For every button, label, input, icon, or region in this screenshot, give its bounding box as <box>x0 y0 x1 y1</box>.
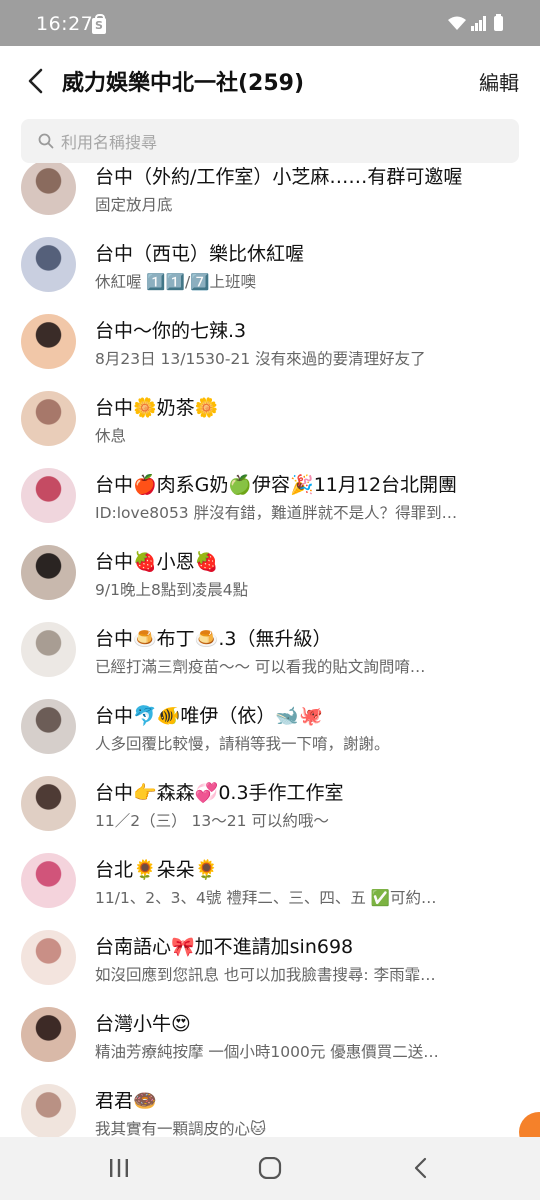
contact-name: 台中🐬🐠唯伊（依）🐋🐙 <box>95 705 323 727</box>
contact-avatar <box>21 163 76 215</box>
contact-preview: 人多回覆比較慢，請稍等我一下唷，謝謝。 <box>95 735 390 753</box>
contact-preview: 休息 <box>95 427 127 445</box>
contact-row[interactable]: 台中🍓小恩🍓 9/1晚上8點到凌晨4點 <box>0 536 540 613</box>
contact-row[interactable]: 君君🍩 我其實有一顆調皮的心🐱 <box>0 1075 540 1137</box>
wifi-icon <box>448 16 466 30</box>
contact-preview: 已經打滿三劑疫苗～～ 可以看我的貼文詢問唷… <box>95 658 426 676</box>
contact-row[interactable]: 台中🍮布丁🍮.3（無升級） 已經打滿三劑疫苗～～ 可以看我的貼文詢問唷… <box>0 613 540 690</box>
contact-name: 台北🌻朵朵🌻 <box>95 859 219 881</box>
battery-icon <box>494 14 503 31</box>
contact-avatar <box>21 776 76 831</box>
contact-name: 台中～你的七辣.3 <box>95 320 247 342</box>
back-icon[interactable] <box>411 1157 431 1179</box>
signal-icon <box>471 16 486 31</box>
contact-avatar <box>21 1007 76 1062</box>
contact-preview: 9/1晚上8點到凌晨4點 <box>95 581 249 599</box>
contact-preview: 固定放月底 <box>95 196 173 214</box>
contact-name: 台中（外約/工作室）小芝麻……有群可邀喔 <box>95 166 463 188</box>
contact-name: 台中🌼奶茶🌼 <box>95 397 219 419</box>
contact-row[interactable]: 台中～你的七辣.3 8月23日 13/1530-21 沒有來過的要清理好友了 <box>0 305 540 382</box>
contact-preview: 如沒回應到您訊息 也可以加我臉書搜尋: 李雨霏… <box>95 966 436 984</box>
contact-row[interactable]: 台北🌻朵朵🌻 11/1、2、3、4號 禮拜二、三、四、五 ✅可約… <box>0 844 540 921</box>
contact-name: 台灣小牛😍 <box>95 1013 191 1035</box>
contact-name: 台中🍮布丁🍮.3（無升級） <box>95 628 332 650</box>
contact-row[interactable]: 台中🐬🐠唯伊（依）🐋🐙 人多回覆比較慢，請稍等我一下唷，謝謝。 <box>0 690 540 767</box>
search-input[interactable] <box>59 119 503 165</box>
contact-row[interactable]: 台南語心🎀加不進請加sin698 如沒回應到您訊息 也可以加我臉書搜尋: 李雨霏… <box>0 921 540 998</box>
contact-row[interactable]: 台灣小牛😍 精油芳療純按摩 一個小時1000元 優惠價買二送… <box>0 998 540 1075</box>
contact-avatar <box>21 468 76 523</box>
home-icon[interactable] <box>258 1157 282 1179</box>
contact-avatar <box>21 853 76 908</box>
page-title: 威力娛樂中北一社(259) <box>62 71 305 96</box>
contact-row[interactable]: 台中🍎肉系G奶🍏伊容🎉11月12台北開團 ID:love8053 胖沒有錯，難道… <box>0 459 540 536</box>
contact-preview: 我其實有一顆調皮的心🐱 <box>95 1120 267 1137</box>
recent-apps-icon[interactable] <box>108 1157 130 1179</box>
contact-name: 君君🍩 <box>95 1090 157 1112</box>
contact-row[interactable]: 台中（西屯）樂比休紅喔 休紅喔 1️⃣1️⃣/7️⃣上班噢 <box>0 228 540 305</box>
contact-list: 台中（外約/工作室）小芝麻……有群可邀喔 固定放月底 台中（西屯）樂比休紅喔 休… <box>0 163 540 1137</box>
header: 威力娛樂中北一社(259) 編輯 <box>0 46 540 116</box>
edit-button[interactable]: 編輯 <box>479 67 519 96</box>
contact-preview: ID:love8053 胖沒有錯，難道胖就不是人？得罪到… <box>95 504 458 522</box>
contact-name: 台中🍎肉系G奶🍏伊容🎉11月12台北開團 <box>95 474 458 496</box>
contact-avatar <box>21 545 76 600</box>
contact-avatar <box>21 237 76 292</box>
contact-name: 台中🍓小恩🍓 <box>95 551 219 573</box>
contact-preview: 11／2（三） 13～21 可以約哦～ <box>95 812 329 830</box>
contact-preview: 11/1、2、3、4號 禮拜二、三、四、五 ✅可約… <box>95 889 437 907</box>
contact-avatar <box>21 930 76 985</box>
contact-avatar <box>21 622 76 677</box>
contact-name: 台中（西屯）樂比休紅喔 <box>95 243 305 265</box>
contact-preview: 8月23日 13/1530-21 沒有來過的要清理好友了 <box>95 350 426 368</box>
search-icon <box>38 133 54 149</box>
contact-avatar <box>21 314 76 369</box>
shopping-bag-icon: S <box>92 14 106 34</box>
contact-avatar <box>21 391 76 446</box>
contact-avatar <box>21 699 76 754</box>
contact-row[interactable]: 台中🌼奶茶🌼 休息 <box>0 382 540 459</box>
contact-row[interactable]: 台中（外約/工作室）小芝麻……有群可邀喔 固定放月底 <box>0 163 540 228</box>
search-bar <box>21 119 519 165</box>
contact-avatar <box>21 1084 76 1137</box>
contact-preview: 精油芳療純按摩 一個小時1000元 優惠價買二送… <box>95 1043 439 1061</box>
status-time: 16:27 <box>36 13 94 35</box>
contact-row[interactable]: 台中👉森森💞0.3手作工作室 11／2（三） 13～21 可以約哦～ <box>0 767 540 844</box>
contact-preview: 休紅喔 1️⃣1️⃣/7️⃣上班噢 <box>95 273 257 291</box>
contact-name: 台南語心🎀加不進請加sin698 <box>95 936 354 958</box>
back-arrow-icon[interactable] <box>22 66 52 96</box>
system-nav-bar <box>0 1137 540 1200</box>
status-bar: 16:27 S <box>0 0 540 46</box>
contact-name: 台中👉森森💞0.3手作工作室 <box>95 782 344 804</box>
